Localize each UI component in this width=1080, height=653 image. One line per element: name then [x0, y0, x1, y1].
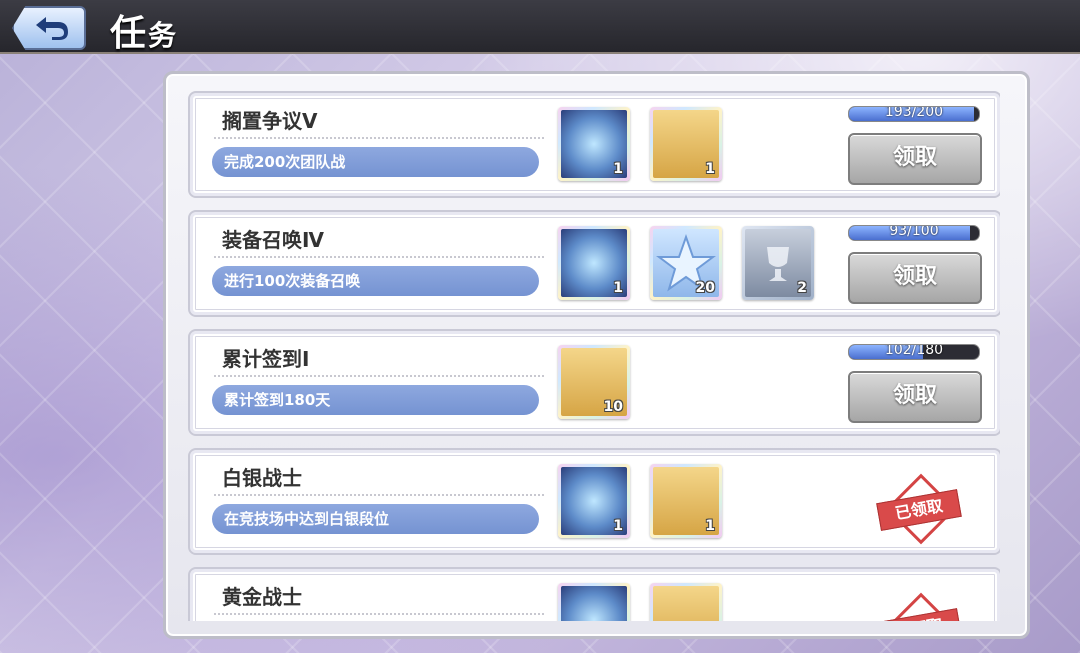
reward-item[interactable]: 1 [558, 464, 630, 538]
reward-item[interactable]: 1 [558, 226, 630, 300]
task-name: 搁置争议Ⅴ [222, 109, 318, 133]
reward-item[interactable] [650, 583, 722, 621]
divider [214, 137, 544, 139]
reward-item[interactable]: 1 [650, 107, 722, 181]
reward-item[interactable]: 10 [558, 345, 630, 419]
task-card: 黄金战士 已领取 [188, 567, 1000, 621]
reward-count: 1 [613, 280, 623, 296]
reward-count: 10 [603, 399, 623, 415]
claim-button[interactable]: 领取 [848, 371, 982, 423]
task-list[interactable]: 搁置争议Ⅴ 完成200次团队战 1 1 193/200 领取 装备召唤Ⅳ 进行1… [188, 91, 1000, 621]
reward-count: 1 [705, 161, 715, 177]
claim-button[interactable]: 领取 [848, 133, 982, 185]
page-title-main: 任 [110, 12, 149, 54]
gold-card-icon: 1 [653, 110, 719, 178]
reward-count: 1 [613, 518, 623, 534]
task-card: 白银战士 在竞技场中达到白银段位 1 1 已领取 [188, 448, 1000, 555]
back-button[interactable] [12, 6, 86, 50]
task-card: 累计签到Ⅰ 累计签到180天 10 102/180 领取 [188, 329, 1000, 436]
reward-item[interactable]: 20 [650, 226, 722, 300]
progress-bar: 102/180 [848, 344, 980, 360]
reward-count: 1 [705, 518, 715, 534]
task-name: 累计签到Ⅰ [222, 347, 310, 371]
task-name: 装备召唤Ⅳ [222, 228, 324, 252]
progress-bar: 193/200 [848, 106, 980, 122]
reward-item[interactable]: 1 [650, 464, 722, 538]
reward-item[interactable] [558, 583, 630, 621]
crystal-star-icon: 20 [653, 229, 719, 297]
gold-card-icon: 10 [561, 348, 627, 416]
divider [214, 494, 544, 496]
reward-item[interactable]: 2 [742, 226, 814, 300]
divider [214, 613, 544, 615]
progress-text: 193/200 [884, 106, 944, 120]
divider [214, 375, 544, 377]
amulet-icon: 1 [561, 467, 627, 535]
divider [214, 256, 544, 258]
task-description: 累计签到180天 [212, 385, 539, 415]
task-description: 完成200次团队战 [212, 147, 539, 177]
progress-bar: 93/100 [848, 225, 980, 241]
back-arrow-icon [36, 17, 68, 40]
claimed-stamp: 已领取 [876, 592, 962, 621]
task-name: 白银战士 [222, 466, 302, 490]
silver-trophy-card-icon: 2 [745, 229, 811, 297]
task-description: 进行100次装备召唤 [212, 266, 539, 296]
page-title: 任务 [110, 4, 178, 56]
top-bar: 任务 [0, 0, 1080, 54]
gold-card-icon [653, 586, 719, 621]
amulet-icon [561, 586, 627, 621]
reward-count: 20 [695, 280, 715, 296]
task-card: 装备召唤Ⅳ 进行100次装备召唤 1 20 2 93/100 领取 [188, 210, 1000, 317]
amulet-icon: 1 [561, 229, 627, 297]
task-name: 黄金战士 [222, 585, 302, 609]
amulet-icon: 1 [561, 110, 627, 178]
task-description: 在竞技场中达到白银段位 [212, 504, 539, 534]
gold-card-icon: 1 [653, 467, 719, 535]
page-title-rest: 务 [148, 19, 179, 52]
reward-item[interactable]: 1 [558, 107, 630, 181]
task-card: 搁置争议Ⅴ 完成200次团队战 1 1 193/200 领取 [188, 91, 1000, 198]
progress-text: 93/100 [889, 225, 939, 239]
reward-count: 2 [797, 280, 807, 296]
progress-text: 102/180 [884, 344, 944, 358]
reward-count: 1 [613, 161, 623, 177]
claim-button[interactable]: 领取 [848, 252, 982, 304]
claimed-stamp: 已领取 [876, 473, 962, 545]
